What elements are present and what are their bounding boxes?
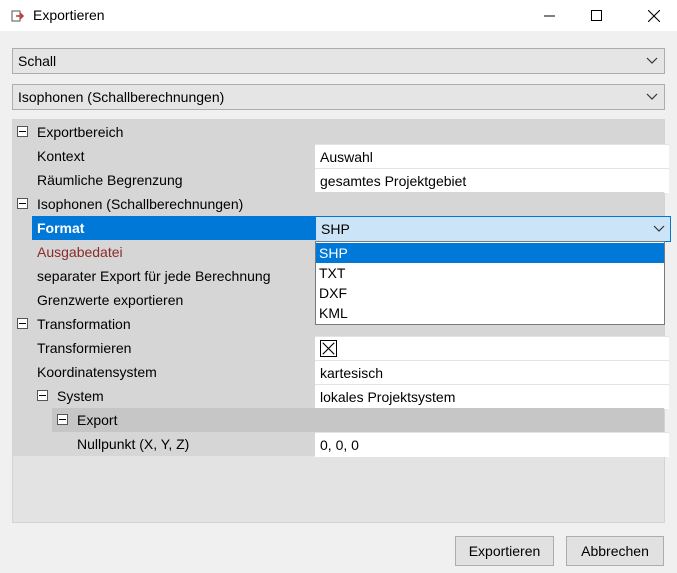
property-label: System	[57, 388, 104, 404]
property-label: Ausgabedatei	[32, 240, 320, 264]
close-button[interactable]	[631, 0, 677, 31]
category-combo-value: Schall	[18, 53, 57, 69]
subcategory-system[interactable]: System lokales Projektsystem	[13, 384, 669, 409]
property-row-nullpunkt[interactable]: Nullpunkt (X, Y, Z) 0, 0, 0	[13, 432, 669, 457]
maximize-button[interactable]	[573, 0, 619, 31]
collapse-icon[interactable]	[17, 126, 28, 137]
property-label: Koordinatensystem	[32, 360, 320, 384]
cancel-button[interactable]: Abbrechen	[566, 536, 664, 566]
dropdown-option[interactable]: TXT	[316, 263, 664, 283]
property-label: separater Export für jede Berechnung	[32, 264, 320, 288]
maximize-icon	[590, 10, 602, 21]
export-button[interactable]: Exportieren	[455, 536, 554, 566]
property-label: Format	[32, 216, 320, 240]
dropdown-option[interactable]: SHP	[316, 243, 664, 263]
window-title: Exportieren	[33, 7, 105, 23]
export-app-icon	[11, 10, 25, 22]
collapse-icon[interactable]	[37, 390, 48, 401]
property-row-kontext[interactable]: Kontext Auswahl	[13, 144, 669, 169]
category-label: Exportbereich	[37, 124, 124, 140]
property-row-begrenzung[interactable]: Räumliche Begrenzung gesamtes Projektgeb…	[13, 168, 669, 193]
type-combo[interactable]: Isophonen (Schallberechnungen)	[12, 84, 665, 110]
minimize-button[interactable]	[526, 0, 572, 31]
format-select[interactable]: SHP	[315, 216, 671, 242]
dropdown-option[interactable]: DXF	[316, 283, 664, 303]
property-value[interactable]: 0, 0, 0	[315, 432, 669, 457]
chevron-down-icon	[653, 225, 665, 232]
property-label: Kontext	[32, 144, 320, 168]
property-row-transformieren[interactable]: Transformieren	[13, 336, 669, 361]
property-value[interactable]: kartesisch	[315, 360, 669, 385]
chevron-down-icon	[646, 57, 658, 64]
property-value[interactable]	[315, 336, 669, 361]
property-label: Grenzwerte exportieren	[32, 288, 320, 312]
category-exportbereich[interactable]: Exportbereich	[13, 120, 664, 144]
category-combo[interactable]: Schall	[12, 48, 665, 74]
type-combo-value: Isophonen (Schallberechnungen)	[18, 89, 225, 105]
format-select-value: SHP	[321, 221, 350, 237]
category-isophonen[interactable]: Isophonen (Schallberechnungen)	[13, 192, 664, 216]
format-dropdown-list[interactable]: SHP TXT DXF KML	[315, 241, 665, 325]
property-label: Räumliche Begrenzung	[32, 168, 320, 192]
category-label: Transformation	[37, 316, 131, 332]
collapse-icon[interactable]	[17, 318, 28, 329]
minimize-icon	[543, 15, 555, 17]
property-value[interactable]: gesamtes Projektgebiet	[315, 168, 669, 193]
collapse-icon[interactable]	[17, 198, 28, 209]
property-label: Nullpunkt (X, Y, Z)	[72, 432, 320, 456]
property-value[interactable]: lokales Projektsystem	[315, 384, 669, 409]
dropdown-option[interactable]: KML	[316, 303, 664, 323]
chevron-down-icon	[646, 93, 658, 100]
property-row-koordinatensystem[interactable]: Koordinatensystem kartesisch	[13, 360, 669, 385]
category-label: Export	[77, 412, 118, 428]
checkbox-checked-icon[interactable]	[320, 340, 337, 357]
collapse-icon[interactable]	[57, 414, 68, 425]
property-label: Transformieren	[32, 336, 320, 360]
subcategory-export[interactable]: Export	[13, 408, 664, 432]
property-row-format[interactable]: Format SHP	[13, 216, 671, 242]
category-label: Isophonen (Schallberechnungen)	[37, 196, 244, 212]
property-value[interactable]: Auswahl	[315, 144, 669, 169]
close-icon	[648, 9, 660, 22]
